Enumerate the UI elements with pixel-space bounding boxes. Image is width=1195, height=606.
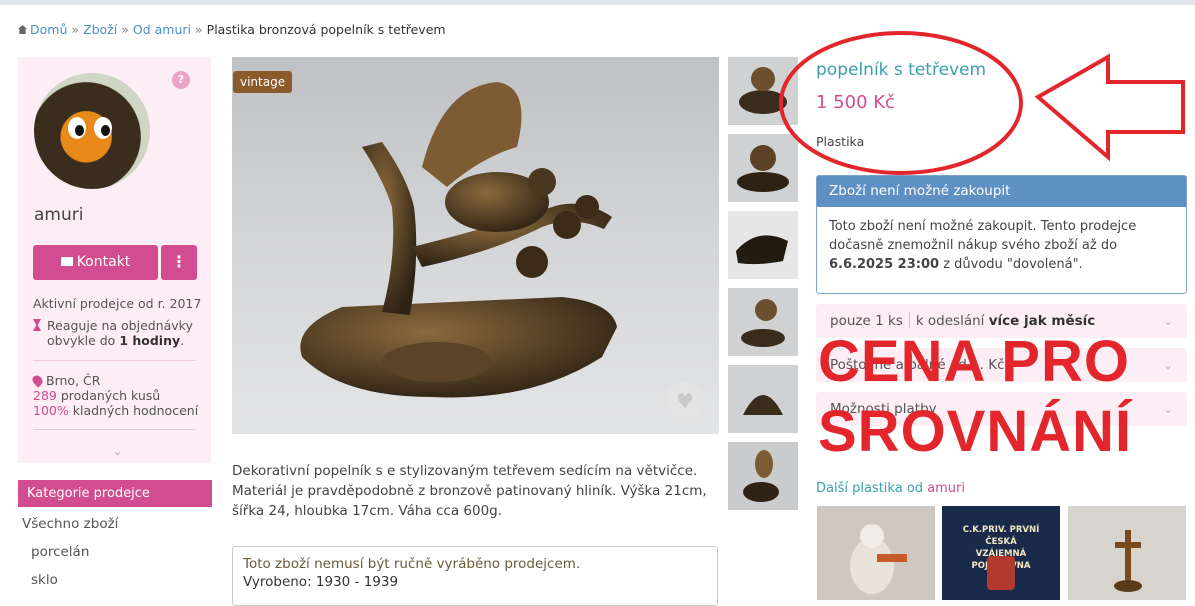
- unavailable-panel: Zboží není možné zakoupit Toto zboží nen…: [816, 175, 1187, 294]
- thumbnail-3[interactable]: [728, 211, 798, 279]
- product-description: Dekorativní popelník s e stylizovaným te…: [232, 463, 707, 519]
- thumbnail-6[interactable]: [728, 442, 798, 510]
- avatar[interactable]: [34, 73, 150, 189]
- contact-label: Kontakt: [76, 254, 131, 270]
- location-pin-icon: [30, 373, 45, 388]
- breadcrumb-home[interactable]: Domů: [30, 22, 67, 37]
- shipping-time: více jak měsíc: [988, 313, 1096, 329]
- thumbnail-5[interactable]: [728, 365, 798, 433]
- category-all[interactable]: Všechno zboží: [22, 516, 118, 532]
- thumbnail-4[interactable]: [728, 288, 798, 356]
- favorite-heart-button[interactable]: ♥: [666, 382, 704, 420]
- red-highlight-annotation: [779, 31, 1185, 175]
- product-main-image[interactable]: [232, 57, 719, 434]
- note-line-2: Vyrobeno: 1930 - 1939: [243, 574, 399, 590]
- hourglass-icon: [33, 319, 41, 331]
- chevron-down-icon: ⌄: [1162, 358, 1173, 372]
- breadcrumb-current: Plastika bronzová popelník s tetřevem: [206, 22, 446, 37]
- contact-button[interactable]: Kontakt: [33, 245, 158, 280]
- help-icon[interactable]: ?: [172, 71, 190, 89]
- seller-stats: Brno, ČR 289 prodaných kusů 100% kladnýc…: [30, 373, 198, 418]
- grouse-ashtray-illustration: [300, 82, 617, 398]
- chevron-down-icon: ⌄: [1162, 402, 1173, 416]
- more-item-thumb-3[interactable]: [1068, 506, 1186, 600]
- category-porcelan[interactable]: porcelán: [31, 544, 89, 560]
- unavailable-text: Toto zboží není možné zakoupit. Tento pr…: [829, 219, 1137, 272]
- active-since: Aktivní prodejce od r. 2017: [33, 296, 202, 311]
- annotation-line-2: SROVNÁNÍ: [818, 399, 1133, 464]
- top-bar: [0, 0, 1195, 5]
- note-line-1: Toto zboží nemusí být ručně vyráběno pro…: [243, 556, 581, 572]
- seller-location: Brno, ČR: [46, 373, 101, 388]
- more-item-thumb-2[interactable]: C.K.PRIV. PRVNÍ ČESKÁ VZÁJEMNÁ POJIŠŤOVN…: [942, 506, 1060, 600]
- seller-categories-heading: Kategorie prodejce: [18, 480, 212, 507]
- thumb2-text-1: C.K.PRIV. PRVNÍ ČESKÁ: [962, 525, 1040, 547]
- breadcrumb-seller[interactable]: Od amuri: [133, 22, 191, 37]
- quantity: pouze 1 ks: [830, 313, 903, 329]
- home-icon: [18, 25, 27, 34]
- envelope-icon: [60, 257, 73, 266]
- response-info: Reaguje na objednávky obvykle do 1 hodin…: [33, 318, 193, 348]
- chevron-down-icon: ⌄: [1162, 314, 1173, 328]
- breadcrumb: Domů» Zboží» Od amuri» Plastika bronzová po…: [18, 22, 446, 37]
- unavailable-heading: Zboží není možné zakoupit: [817, 176, 1186, 207]
- seller-name[interactable]: amuri: [34, 205, 83, 225]
- seller-card: ? amuri Kontakt ⋮ Aktivní prodejce od r.…: [18, 57, 211, 463]
- positive-rating: 100%: [33, 403, 69, 418]
- handmade-note: Toto zboží nemusí být ručně vyráběno pro…: [232, 546, 718, 606]
- vintage-badge: vintage: [233, 71, 293, 93]
- breadcrumb-zbozi[interactable]: Zboží: [83, 22, 117, 37]
- expand-chevron-icon[interactable]: ⌄: [113, 445, 122, 458]
- sold-count: 289: [33, 388, 57, 403]
- more-options-button[interactable]: ⋮: [161, 245, 197, 280]
- more-from-seller-link[interactable]: Další plastika od amuri: [816, 481, 965, 496]
- category-sklo[interactable]: sklo: [31, 572, 58, 588]
- annotation-line-1: CENA PRO: [818, 329, 1130, 394]
- more-item-thumb-1[interactable]: [817, 506, 935, 600]
